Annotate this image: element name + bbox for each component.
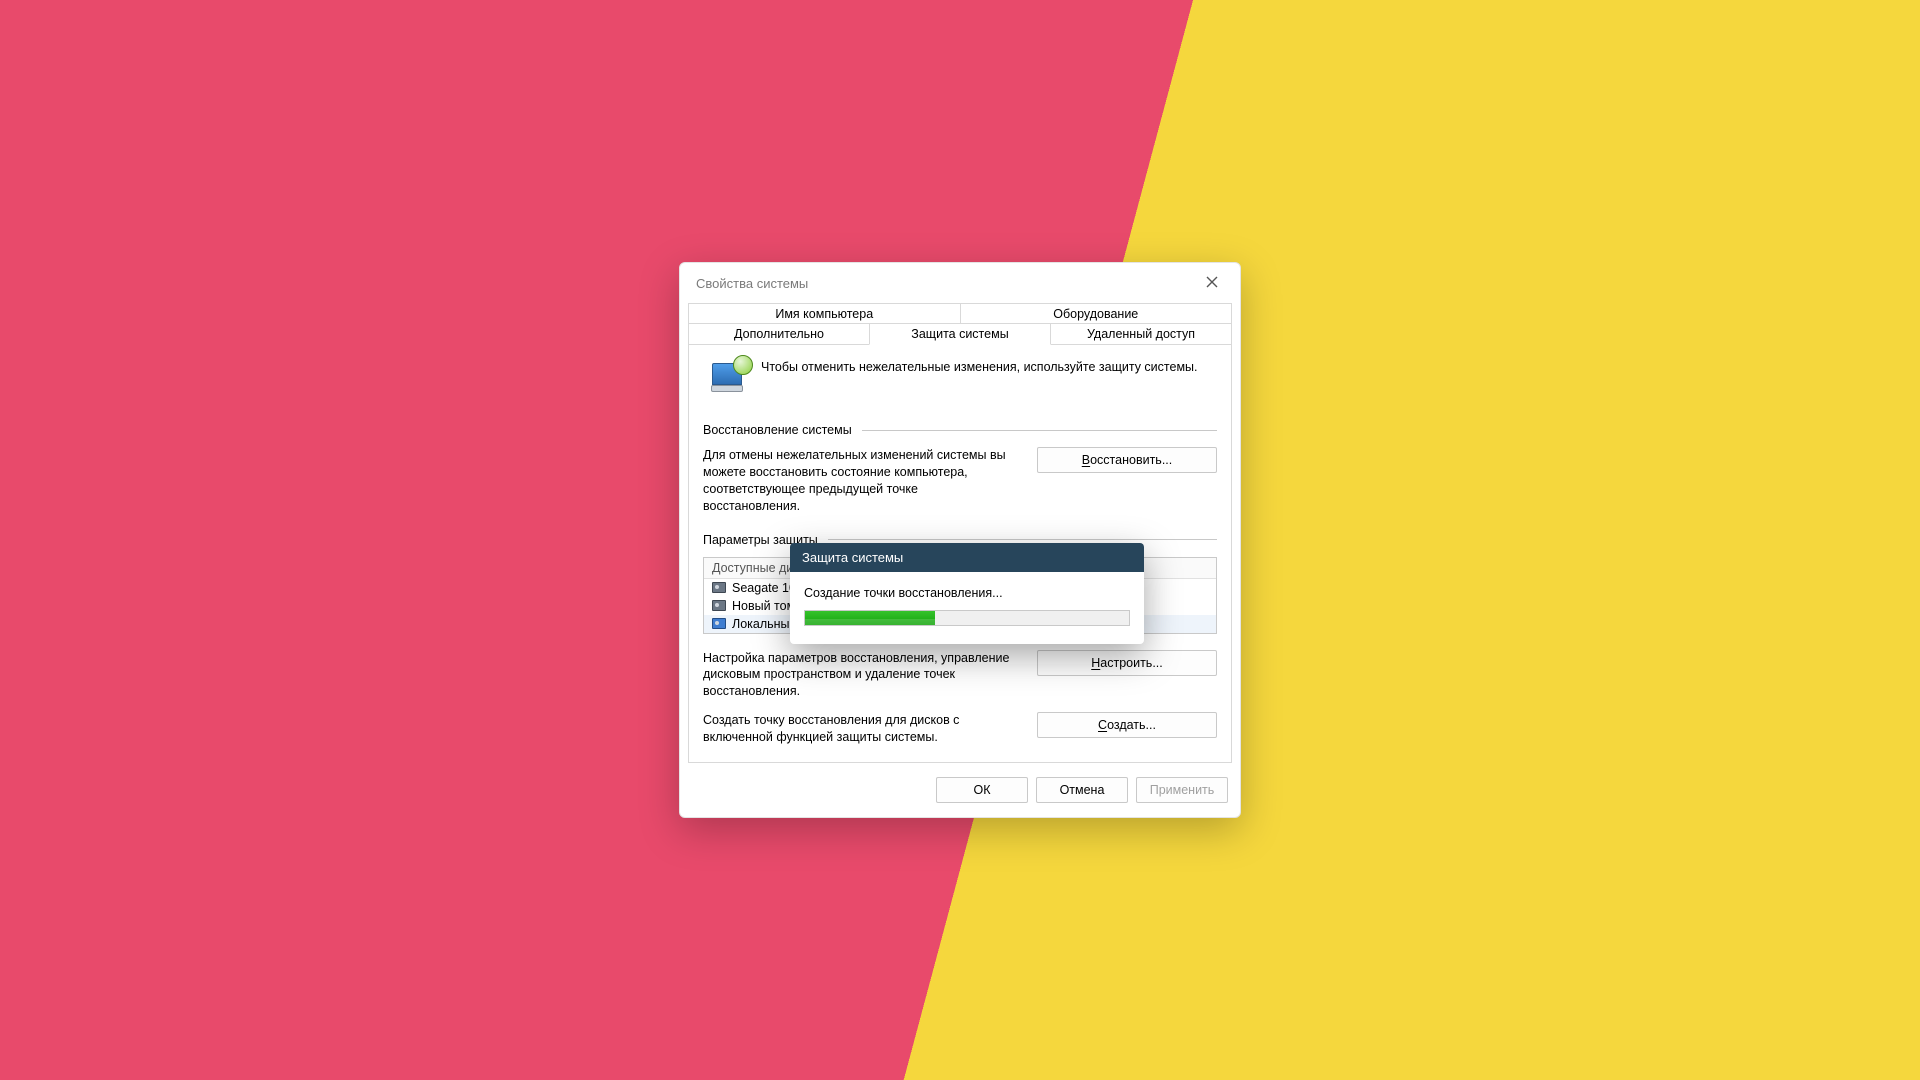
tabstrip: Имя компьютера Оборудование Дополнительн… [680, 303, 1240, 345]
restore-description: Для отмены нежелательных изменений систе… [703, 447, 1017, 515]
tab-hardware[interactable]: Оборудование [960, 303, 1233, 324]
progress-fill [805, 611, 935, 625]
hdd-icon [712, 600, 726, 611]
window-title: Свойства системы [696, 276, 808, 291]
apply-button[interactable]: Применить [1136, 777, 1228, 803]
hdd-system-icon [712, 618, 726, 629]
system-properties-dialog: Свойства системы Имя компьютера Оборудов… [679, 262, 1241, 818]
tab-computer-name[interactable]: Имя компьютера [688, 303, 961, 324]
create-button[interactable]: Создать... [1037, 712, 1217, 738]
ok-button[interactable]: ОК [936, 777, 1028, 803]
configure-description: Настройка параметров восстановления, упр… [703, 650, 1017, 701]
dialog-buttons: ОК Отмена Применить [680, 763, 1240, 817]
intro-text: Чтобы отменить нежелательные изменения, … [761, 359, 1198, 376]
progress-bar [804, 610, 1130, 626]
system-restore-icon [707, 359, 749, 401]
tab-remote[interactable]: Удаленный доступ [1050, 323, 1232, 345]
cancel-button[interactable]: Отмена [1036, 777, 1128, 803]
restore-heading: Восстановление системы [703, 423, 1217, 437]
create-description: Создать точку восстановления для дисков … [703, 712, 1017, 746]
close-button[interactable] [1194, 269, 1230, 297]
progress-dialog: Защита системы Создание точки восстановл… [790, 543, 1144, 644]
restore-button[interactable]: Восстановить... [1037, 447, 1217, 473]
tab-advanced[interactable]: Дополнительно [688, 323, 870, 345]
titlebar: Свойства системы [680, 263, 1240, 303]
hdd-icon [712, 582, 726, 593]
progress-title: Защита системы [790, 543, 1144, 572]
tab-system-protection[interactable]: Защита системы [869, 323, 1051, 345]
close-icon [1206, 276, 1218, 291]
configure-button[interactable]: Настроить... [1037, 650, 1217, 676]
progress-text: Создание точки восстановления... [804, 586, 1130, 600]
intro-row: Чтобы отменить нежелательные изменения, … [707, 359, 1217, 401]
